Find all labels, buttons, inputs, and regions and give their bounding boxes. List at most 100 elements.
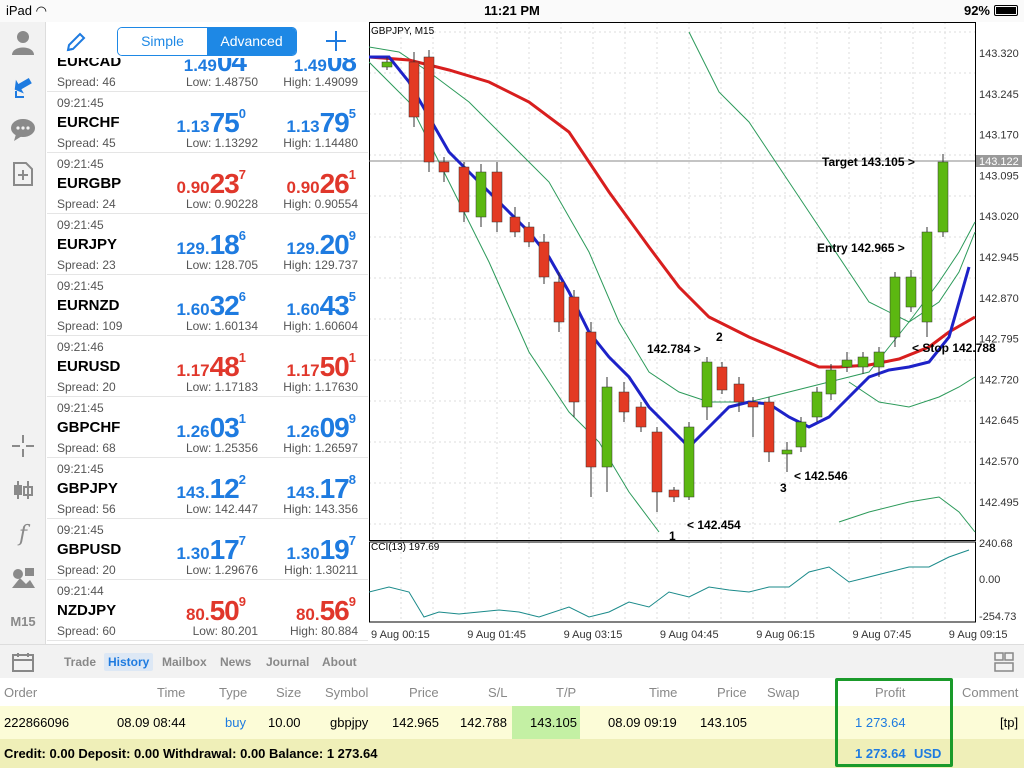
- column-header[interactable]: Symbol: [325, 685, 368, 700]
- price-tick-label: 142.495: [979, 497, 1019, 509]
- quote-symbol: GBPUSD: [57, 541, 122, 558]
- cci-tick-label: 0.00: [979, 574, 1000, 586]
- quote-row[interactable]: 09:21:45 EURJPY 129.186 129.209 Spread: 23 Lo…: [47, 214, 368, 275]
- candle-body: [408, 61, 420, 118]
- quote-time: 09:21:45: [57, 523, 104, 537]
- tab-journal[interactable]: Journal: [262, 653, 313, 671]
- candle-body: [635, 406, 647, 428]
- quote-low: Low: 1.25356: [185, 441, 258, 455]
- column-header[interactable]: T/P: [556, 685, 576, 700]
- quotes-icon[interactable]: [9, 72, 37, 100]
- quote-spread: Spread: 56: [57, 502, 116, 516]
- quote-row[interactable]: 09:21:45 EURNZD 1.60326 1.60435 Spread: 109 L…: [47, 275, 368, 336]
- open-time-cell: 08.09 08:44: [117, 715, 186, 730]
- cci-line: [368, 549, 970, 618]
- candle-body: [873, 351, 885, 368]
- candle-body: [905, 276, 917, 308]
- calendar-icon[interactable]: [12, 652, 34, 677]
- tab-history[interactable]: History: [104, 653, 154, 671]
- column-header[interactable]: Size: [276, 685, 301, 700]
- column-header[interactable]: Price: [717, 685, 747, 700]
- quote-low: Low: 1.60134: [185, 319, 258, 333]
- quote-spread: Spread: 68: [57, 441, 116, 455]
- accounts-icon[interactable]: [9, 28, 37, 56]
- column-header[interactable]: Swap: [767, 685, 800, 700]
- quote-row[interactable]: 09:21:45 EURCHF 1.13750 1.13795 Spread: 45 Lo…: [47, 92, 368, 153]
- time-tick-label: 9 Aug 03:15: [564, 629, 623, 641]
- new-order-icon[interactable]: [9, 160, 37, 188]
- quote-symbol: GBPJPY: [57, 480, 118, 497]
- quote-low: Low: 1.48750: [185, 75, 258, 89]
- column-header[interactable]: S/L: [488, 685, 508, 700]
- candle-body: [618, 391, 630, 413]
- quote-time: 09:21:45: [57, 157, 104, 171]
- candle-body: [509, 216, 521, 233]
- simple-tab[interactable]: Simple: [118, 28, 207, 55]
- candles-icon[interactable]: [9, 476, 37, 504]
- column-header[interactable]: Order: [4, 685, 37, 700]
- chat-icon[interactable]: [9, 116, 37, 144]
- status-bar: iPad ◠ 11:21 PM 92%: [0, 0, 1024, 22]
- edit-icon[interactable]: [65, 31, 87, 58]
- ask-price: 143.178: [286, 472, 356, 504]
- quote-row[interactable]: 09:21:45 GBPJPY 143.122 143.178 Spread: 56 Lo…: [47, 458, 368, 519]
- ask-price: 1.60435: [286, 289, 356, 321]
- indicators-icon[interactable]: f: [9, 520, 37, 548]
- ask-price: 1.30197: [286, 533, 356, 565]
- timeframe-label[interactable]: M15: [0, 614, 46, 629]
- size-cell: 10.00: [268, 715, 301, 730]
- quote-row[interactable]: 09:21:44 NZDJPY 80.509 80.569 Spread: 60 Low:…: [47, 580, 368, 641]
- candle-body: [423, 56, 435, 163]
- cci-label: CCI(13) 197.69: [371, 542, 440, 553]
- quote-symbol: GBPCHF: [57, 419, 121, 436]
- symbol-cell: gbpjpy: [330, 715, 369, 730]
- candle-body: [889, 276, 901, 338]
- candle-body: [458, 166, 470, 213]
- tab-news[interactable]: News: [216, 653, 255, 671]
- price-chart[interactable]: 143.320 143.245 143.170 143.095 143.020 142.9…: [368, 22, 1024, 644]
- objects-icon[interactable]: [9, 564, 37, 592]
- quote-low: Low: 0.90228: [185, 197, 258, 211]
- main-plot-frame: [369, 22, 976, 541]
- tab-mailbox[interactable]: Mailbox: [158, 653, 211, 671]
- quote-row[interactable]: EURCAD 1.4904 1.4908 Spread: 46 Low: 1.48750…: [47, 58, 368, 92]
- column-header[interactable]: Time: [157, 685, 185, 700]
- column-header[interactable]: Comment: [962, 685, 1018, 700]
- layout-icon[interactable]: [994, 652, 1014, 677]
- quote-symbol: EURUSD: [57, 358, 121, 375]
- quote-high: High: 1.49099: [283, 75, 358, 89]
- candle-body: [553, 281, 565, 323]
- add-symbol-icon[interactable]: [324, 29, 348, 58]
- quote-high: High: 1.17630: [283, 380, 358, 394]
- quote-spread: Spread: 45: [57, 136, 116, 150]
- column-header[interactable]: Price: [409, 685, 439, 700]
- bid-price: 1.13750: [176, 106, 246, 138]
- quote-symbol: NZDJPY: [57, 602, 117, 619]
- tab-about[interactable]: About: [318, 653, 361, 671]
- cci-tick-label: -254.73: [979, 611, 1016, 623]
- close-time-cell: 08.09 09:19: [608, 715, 677, 730]
- quote-row[interactable]: 09:21:45 GBPCHF 1.26031 1.26099 Spread: 68 Lo…: [47, 397, 368, 458]
- current-price-label: 143.122: [979, 156, 1019, 168]
- price-tick-label: 143.320: [979, 48, 1019, 60]
- quote-row[interactable]: 09:21:45 GBPUSD 1.30177 1.30197 Spread: 20 Lo…: [47, 519, 368, 580]
- lower-band-right: [848, 376, 976, 408]
- bid-price: 143.122: [176, 472, 246, 504]
- candle-body: [475, 171, 487, 218]
- cci-tick-label: 240.68: [979, 538, 1013, 550]
- advanced-tab[interactable]: Advanced: [207, 28, 296, 55]
- quote-symbol: EURCAD: [57, 58, 122, 70]
- quote-low: Low: 80.201: [192, 624, 258, 638]
- quote-time: 09:21:45: [57, 96, 104, 110]
- quote-row[interactable]: 09:21:45 EURGBP 0.90237 0.90261 Spread: 24 Lo…: [47, 153, 368, 214]
- point-3-label: 3: [780, 481, 787, 495]
- tab-trade[interactable]: Trade: [60, 653, 100, 671]
- price-tick-label: 142.945: [979, 252, 1019, 264]
- point-1-label: 1: [669, 529, 676, 543]
- column-header[interactable]: Type: [219, 685, 247, 700]
- quote-row[interactable]: 09:21:46 EURUSD 1.17481 1.17501 Spread: 20 Lo…: [47, 336, 368, 397]
- column-header[interactable]: Time: [649, 685, 677, 700]
- order-cell: 222866096: [4, 715, 70, 730]
- crosshair-icon[interactable]: [9, 432, 37, 460]
- bid-price: 80.509: [185, 594, 246, 626]
